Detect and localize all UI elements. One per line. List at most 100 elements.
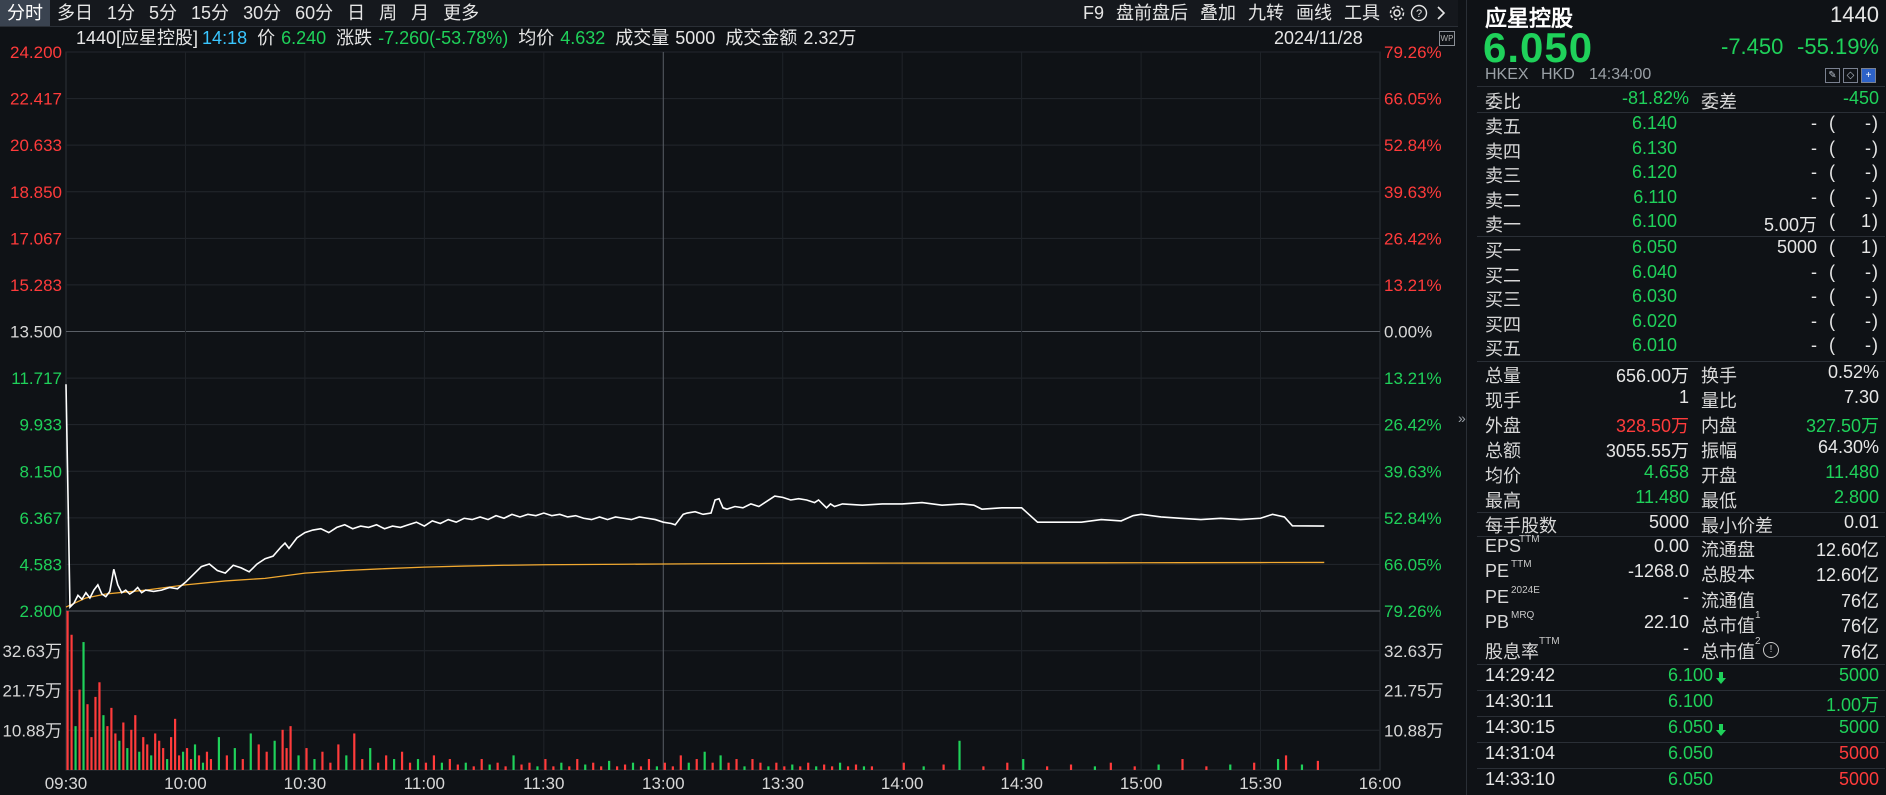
pct-tick-label: 79.26%	[1384, 43, 1442, 62]
book-paren-open: (	[1829, 113, 1835, 133]
book-count: -	[1865, 335, 1871, 356]
volume-bar	[791, 764, 794, 770]
volume-bar	[1253, 762, 1256, 770]
price-tick-label: 20.633	[10, 136, 62, 155]
volume-bar	[241, 759, 244, 770]
divider	[1477, 112, 1885, 113]
trade-time: 14:29:42	[1485, 665, 1556, 685]
volume-bar	[823, 764, 826, 770]
book-paren-open: (	[1829, 237, 1835, 257]
stat-value: 1	[1678, 387, 1689, 407]
fund-value: 76亿	[1840, 616, 1879, 637]
volume-bar	[512, 755, 515, 770]
volume-bar	[249, 733, 252, 770]
price-tick-label: 17.067	[10, 229, 62, 248]
quote-time: 14:34:00	[1589, 66, 1652, 83]
edit-icon[interactable]: ✎	[1825, 68, 1840, 83]
pct-tick-label: 26.42%	[1384, 229, 1442, 248]
volume-bar	[1022, 759, 1025, 770]
time-tick-label: 11:30	[523, 774, 564, 793]
volume-bar	[1069, 764, 1073, 770]
trade-time: 14:33:10	[1485, 769, 1556, 789]
volume-bar	[719, 755, 722, 770]
price-tick-label: 4.583	[19, 555, 62, 574]
add-icon[interactable]: +	[1861, 68, 1876, 83]
collapse-panel-icon[interactable]: »	[1458, 410, 1466, 430]
price-tick-label: 24.200	[10, 43, 62, 62]
volume-bar	[1181, 759, 1184, 770]
stat-value: 64.30%	[1817, 437, 1879, 457]
book-paren-open: (	[1829, 261, 1835, 282]
volume-bar	[174, 718, 177, 770]
book-price: 6.110	[1633, 186, 1677, 207]
volume-bar	[134, 715, 137, 770]
volume-bar	[130, 729, 133, 770]
book-paren-open: (	[1829, 310, 1835, 331]
fund-label-suffix: 2	[1755, 635, 1761, 647]
volume-bar	[377, 762, 380, 770]
pct-tick-label: 39.63%	[1384, 462, 1442, 481]
book-paren-close: )	[1872, 137, 1878, 158]
fund-value: 12.60亿	[1815, 565, 1879, 586]
intraday-chart[interactable]: 24.200 79.26% 22.417 66.05% 20.633 52.84% 18.8…	[0, 0, 1458, 795]
volume-bar	[576, 759, 579, 770]
pct-tick-label: 13.21%	[1384, 369, 1442, 388]
ask-level-label: 卖五	[1485, 117, 1521, 137]
volume-bar	[98, 682, 101, 770]
fund-label-suffix: TTM	[1539, 635, 1560, 647]
stat-value: 4.658	[1643, 462, 1689, 482]
volume-bar	[150, 755, 153, 770]
chart-frame	[65, 51, 1381, 771]
fund-label: 流通盘	[1701, 540, 1755, 560]
volume-bar	[608, 760, 611, 770]
volume-bar	[273, 740, 276, 770]
volume-bar	[1109, 762, 1112, 770]
volume-bar	[528, 762, 531, 770]
stat-value: 7.30	[1843, 387, 1879, 407]
currency: HKD	[1541, 66, 1575, 83]
volume-bar	[456, 764, 459, 770]
volume-bar	[170, 737, 173, 770]
book-price: 6.130	[1631, 137, 1677, 158]
trade-volume: 1.00万	[1825, 695, 1879, 715]
pct-tick-label: 52.84%	[1384, 509, 1442, 528]
stat-value: 11.480	[1825, 462, 1879, 482]
volume-bar	[400, 751, 404, 770]
book-paren-close: )	[1872, 335, 1878, 356]
fund-value: -	[1683, 586, 1689, 607]
volume-bar	[1205, 766, 1208, 770]
volume-bar	[205, 751, 209, 770]
ask-level-label: 卖三	[1485, 166, 1521, 187]
ask-level-label: 卖二	[1485, 190, 1521, 211]
volume-bar	[647, 759, 651, 770]
fund-label: EPS	[1485, 536, 1522, 556]
fund-value: 76亿	[1840, 641, 1879, 662]
volume-bar	[902, 762, 905, 770]
volume-bar	[201, 762, 205, 770]
ask-level-label: 卖一	[1485, 215, 1521, 236]
volume-bar	[807, 762, 810, 770]
weibi-label: 委比	[1485, 92, 1521, 112]
volume-bar	[600, 766, 603, 770]
volume-bar	[767, 766, 770, 770]
alert-icon[interactable]: ◇	[1843, 68, 1858, 83]
price-tick-label: 6.367	[19, 509, 62, 528]
volume-bar	[663, 762, 666, 770]
volume-bar	[154, 733, 157, 770]
book-paren-close: )	[1872, 310, 1878, 331]
book-paren-open: (	[1829, 335, 1835, 356]
book-price: 6.100	[1631, 211, 1677, 232]
pct-tick-label: 66.05%	[1384, 90, 1442, 109]
price-tick-label: 8.150	[19, 462, 62, 481]
fund-label: 股息率	[1485, 641, 1539, 662]
volume-bar	[846, 766, 850, 770]
volume-bar	[233, 748, 236, 770]
volume-bar	[958, 740, 961, 770]
volume-bar	[189, 759, 193, 770]
book-count: 1	[1860, 211, 1871, 232]
volume-bar	[727, 762, 730, 770]
quote-panel: 应星控股 1440 6.050 -7.450 -55.19% HKEX HKD 14:34:0…	[1466, 0, 1886, 795]
price-tick-label: 11.717	[11, 369, 62, 388]
time-tick-label: 11:00	[404, 774, 445, 793]
info-icon[interactable]: !	[1763, 641, 1779, 658]
